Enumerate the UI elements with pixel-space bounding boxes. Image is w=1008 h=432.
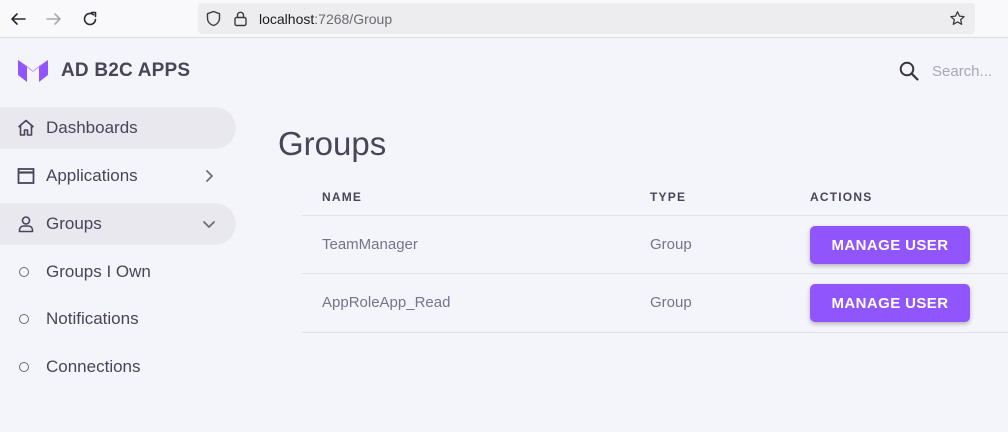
manage-user-button[interactable]: MANAGE USER (810, 284, 970, 322)
group-name-cell: AppRoleApp_Read (322, 294, 451, 311)
back-button[interactable] (7, 8, 29, 30)
arrow-left-icon (11, 13, 26, 25)
m-logo-icon (18, 60, 48, 82)
sidebar-item-label: Groups (46, 214, 102, 233)
sidebar-item-applications[interactable]: Applications (0, 155, 236, 197)
browser-toolbar: localhost:7268/Group (0, 0, 1008, 38)
table-divider (302, 273, 1008, 274)
search-icon[interactable] (898, 60, 920, 82)
circle-icon (19, 267, 29, 277)
arrow-right-icon (46, 13, 61, 25)
column-header-type: TYPE (650, 190, 687, 204)
circle-icon (19, 314, 29, 324)
sidebar-item-label: Notifications (46, 309, 139, 328)
forward-button[interactable] (43, 8, 65, 30)
reload-icon (83, 11, 97, 26)
sidebar-item-label: Applications (46, 166, 138, 185)
sidebar-item-groups[interactable]: Groups (0, 203, 236, 245)
star-icon[interactable] (949, 10, 966, 27)
column-header-name: NAME (322, 190, 363, 204)
sidebar-item-label: Connections (46, 357, 141, 376)
search-input[interactable] (932, 59, 1006, 83)
group-type-cell: Group (650, 294, 692, 311)
chevron-down-icon (203, 221, 215, 228)
group-type-cell: Group (650, 236, 692, 253)
page-title: Groups (278, 125, 387, 162)
table-divider (302, 215, 1008, 216)
sidebar-item-dashboards[interactable]: Dashboards (0, 107, 236, 149)
address-bar[interactable]: localhost:7268/Group (198, 3, 975, 34)
manage-user-button[interactable]: MANAGE USER (810, 226, 970, 264)
sidebar-item-label: Groups I Own (46, 262, 151, 281)
url-path: :7268/Group (314, 11, 393, 27)
home-icon (17, 119, 35, 136)
sidebar-item-notifications[interactable]: Notifications (0, 298, 236, 340)
url-text[interactable]: localhost:7268/Group (259, 11, 392, 27)
sidebar-item-connections[interactable]: Connections (0, 346, 236, 388)
circle-icon (19, 362, 29, 372)
column-header-actions: ACTIONS (810, 190, 873, 204)
shield-icon (206, 10, 221, 27)
window-icon (17, 168, 35, 184)
group-name-cell: TeamManager (322, 236, 418, 253)
brand-title: AD B2C APPS (61, 60, 191, 81)
table-divider (302, 332, 1008, 333)
user-icon (18, 216, 34, 233)
url-host: localhost (259, 11, 315, 27)
lock-icon (234, 11, 247, 27)
sidebar-item-label: Dashboards (46, 118, 138, 137)
reload-button[interactable] (79, 8, 101, 30)
sidebar-item-groups-i-own[interactable]: Groups I Own (0, 251, 236, 293)
chevron-right-icon (206, 170, 213, 182)
